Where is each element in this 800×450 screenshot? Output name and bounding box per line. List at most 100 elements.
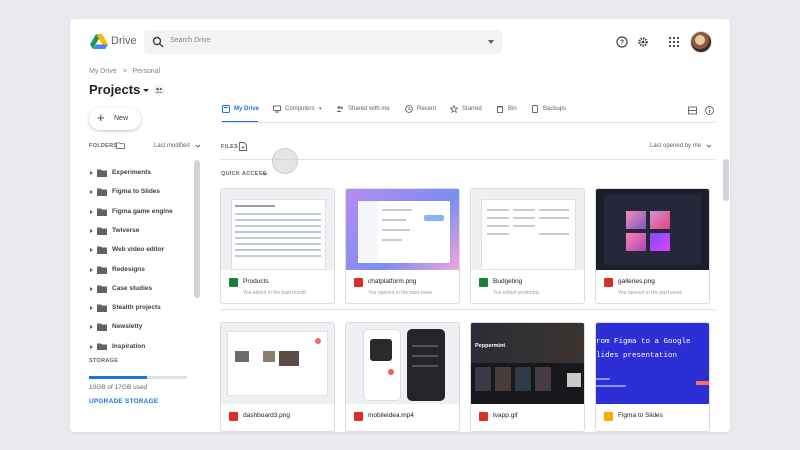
file-subtitle: You edited yesterday — [493, 290, 540, 296]
drive-logo-icon[interactable] — [90, 34, 108, 49]
chevron-down-icon[interactable] — [262, 171, 268, 177]
quick-access-card[interactable]: galleries.png You opened in the past wee… — [595, 188, 710, 304]
folder-icon — [97, 285, 107, 293]
page-title[interactable]: Projects — [89, 82, 140, 97]
files-sort-label[interactable]: Last opened by me — [650, 143, 701, 149]
dropdown-arrow-icon: ▾ — [319, 106, 322, 112]
tab-recent[interactable]: Recent — [405, 104, 439, 123]
cursor-highlight — [272, 148, 298, 174]
expand-arrow-icon[interactable] — [90, 325, 93, 330]
expand-arrow-icon[interactable] — [90, 286, 93, 291]
file-name: mobileidea.mp4 — [368, 412, 414, 419]
expand-arrow-icon[interactable] — [90, 306, 93, 311]
folder-label: Stealth projects — [112, 304, 161, 312]
tab-my-drive[interactable]: My Drive — [222, 104, 260, 123]
quick-access-header: QUICK ACCESS — [221, 171, 267, 177]
tab-bin[interactable]: Bin — [496, 104, 518, 123]
folder-item[interactable]: Newsletty — [89, 318, 201, 337]
list-view-icon[interactable] — [688, 106, 697, 115]
plus-icon: + — [97, 110, 105, 125]
file-card[interactable]: mobileidea.mp4 — [345, 322, 460, 432]
new-file-icon[interactable] — [239, 142, 247, 151]
brand-name: Drive — [111, 35, 137, 47]
search-bar[interactable]: Search Drive — [144, 30, 502, 54]
file-card[interactable]: rom Figma to a Google lides presentation… — [595, 322, 710, 432]
file-subtitle: You edited in the past month — [243, 290, 307, 296]
storage-progress-bar — [89, 376, 187, 379]
breadcrumb-separator: > — [122, 68, 127, 75]
expand-arrow-icon[interactable] — [90, 209, 93, 214]
folder-label: Newsletty — [112, 323, 143, 331]
tab-shared-with-me[interactable]: Shared with me — [336, 104, 394, 123]
folder-icon — [97, 169, 107, 177]
info-icon[interactable] — [705, 106, 714, 115]
folder-sort-label[interactable]: Last modified — [154, 143, 190, 149]
quick-access-card[interactable]: Products You edited in the past month — [220, 188, 335, 304]
file-card[interactable]: Peppermint tvapp.gif — [470, 322, 585, 432]
title-dropdown-icon[interactable] — [143, 89, 149, 92]
new-folder-icon[interactable] — [116, 142, 125, 149]
folder-icon — [97, 227, 107, 235]
folder-label: Inspiration — [112, 342, 146, 350]
expand-arrow-icon[interactable] — [90, 190, 93, 195]
folder-item[interactable]: Inspiration — [89, 338, 201, 350]
breadcrumb-current[interactable]: Personal — [133, 68, 161, 75]
folder-icon — [97, 343, 107, 350]
storage-progress-fill — [89, 376, 147, 379]
folder-label: Case studies — [112, 284, 153, 292]
file-name: dashboard3.png — [243, 412, 290, 419]
folder-item[interactable]: Case studies — [89, 280, 201, 299]
help-icon[interactable]: ? — [616, 36, 628, 48]
quick-access-card[interactable]: Budgeting You edited yesterday — [470, 188, 585, 304]
breadcrumb: My Drive > Personal — [89, 68, 160, 75]
folder-list: Experiments Figma to Slides Figma game e… — [89, 164, 201, 350]
chevron-down-icon[interactable] — [706, 143, 712, 149]
folder-list-scrollbar[interactable] — [194, 160, 200, 298]
folder-item[interactable]: Figma to Slides — [89, 183, 201, 202]
expand-arrow-icon[interactable] — [90, 171, 93, 175]
folder-icon — [97, 323, 107, 332]
folder-item[interactable]: Stealth projects — [89, 299, 201, 318]
folder-item[interactable]: Figma game engine — [89, 203, 201, 222]
search-input[interactable]: Search Drive — [170, 37, 210, 44]
shared-people-icon[interactable] — [153, 84, 165, 96]
settings-icon[interactable] — [637, 36, 649, 48]
apps-grid-icon[interactable] — [668, 36, 680, 48]
tab-computers[interactable]: Computers ▾ — [273, 104, 323, 123]
file-thumbnail — [471, 189, 584, 270]
folder-label: Experiments — [112, 169, 152, 176]
image-file-icon — [229, 412, 238, 421]
thumbnail-title: Peppermint — [475, 343, 506, 349]
search-options-caret-icon[interactable] — [488, 40, 494, 44]
file-name: tvapp.gif — [493, 412, 518, 419]
image-file-icon — [604, 278, 613, 287]
drive-window: Drive Search Drive ? My Drive > Personal… — [70, 19, 730, 432]
tab-label: My Drive — [234, 106, 260, 112]
expand-arrow-icon[interactable] — [90, 344, 93, 349]
new-button[interactable]: + New — [89, 108, 141, 130]
file-thumbnail — [596, 189, 709, 270]
expand-arrow-icon[interactable] — [90, 248, 93, 253]
folder-item[interactable]: Experiments — [89, 164, 201, 183]
folder-item[interactable]: Web video editor — [89, 241, 201, 260]
folder-item[interactable]: Twiverse — [89, 222, 201, 241]
tab-label: Recent — [417, 106, 437, 112]
thumbnail-text-line1: rom Figma to a Google — [596, 338, 691, 346]
tab-bar: My Drive Computers ▾ Shared with me Rece… — [220, 99, 720, 123]
upgrade-storage-link[interactable]: UPGRADE STORAGE — [89, 398, 158, 405]
tab-backups[interactable]: Backups — [531, 104, 571, 123]
expand-arrow-icon[interactable] — [90, 228, 93, 233]
chevron-down-icon[interactable] — [195, 143, 201, 149]
avatar[interactable] — [690, 31, 712, 53]
quick-access-card[interactable]: chatplatform.png You opened in the past … — [345, 188, 460, 304]
file-name: Figma to Slides — [618, 412, 663, 419]
computer-icon — [273, 105, 281, 113]
folder-item[interactable]: Redesigns — [89, 261, 201, 280]
tab-starred[interactable]: Starred — [450, 104, 484, 123]
file-card[interactable]: dashboard3.png — [220, 322, 335, 432]
backup-icon — [532, 105, 538, 113]
main-scrollbar[interactable] — [723, 159, 729, 201]
file-name: Budgeting — [493, 278, 523, 285]
expand-arrow-icon[interactable] — [90, 267, 93, 272]
breadcrumb-root[interactable]: My Drive — [89, 68, 117, 75]
